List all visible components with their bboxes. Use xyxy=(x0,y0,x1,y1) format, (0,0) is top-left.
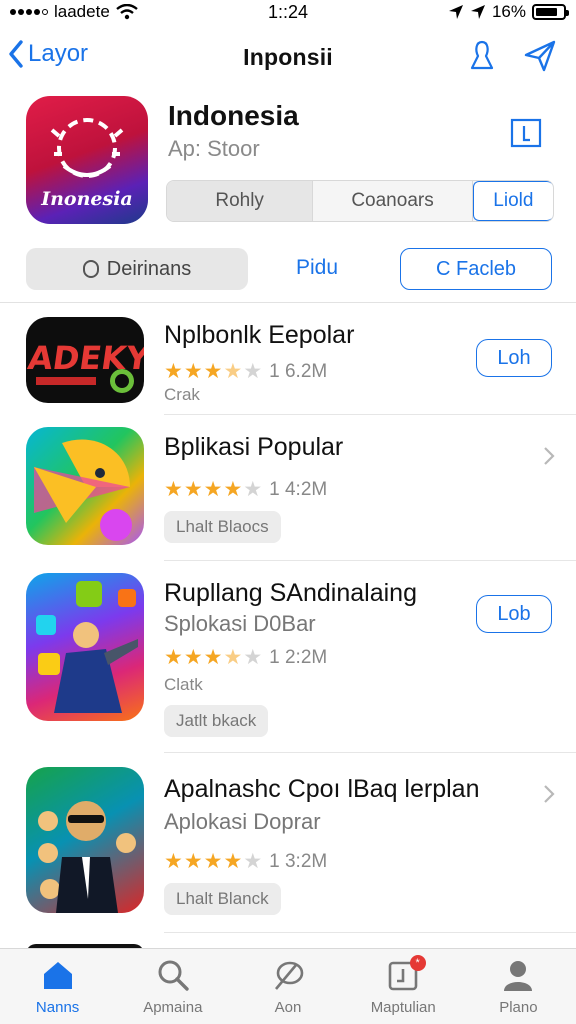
tab-profile[interactable]: Plano xyxy=(461,949,576,1024)
tab-aon[interactable]: Aon xyxy=(230,949,345,1024)
notification-badge: * xyxy=(409,955,426,971)
tab-label: Maptulian xyxy=(370,999,436,1016)
list-item-rating: ★★★★★ 1 3:2M xyxy=(164,849,327,874)
segment-rohly[interactable]: Rohly xyxy=(167,181,314,221)
status-bar: laadete 1::24 16% xyxy=(0,0,576,24)
get-button[interactable]: Lob xyxy=(476,595,552,633)
app-list-icon: ADEKY xyxy=(26,317,144,403)
app-subtitle: Ap: Stoor xyxy=(168,136,260,161)
list-item-rating: ★★★★★ 1 4:2M xyxy=(164,477,327,502)
segmented-control: Rohly Coanoars Liold xyxy=(166,180,554,222)
rating-stars: ★★★★★ xyxy=(164,850,264,873)
list-item-title: Nplbonlk Eepolar xyxy=(164,321,355,349)
status-time: 1::24 xyxy=(267,1,309,22)
rating-text: 1 4:2M xyxy=(269,478,328,500)
tab-home[interactable]: Nanns xyxy=(0,949,115,1024)
tab-label: Aon xyxy=(274,999,302,1016)
rating-text: 1 3:2M xyxy=(269,850,328,872)
list-item-rating: ★★★★★ 1 6.2M xyxy=(164,359,327,384)
tab-bar: Nanns Apmaina Aon * Maptulian Plano xyxy=(0,948,576,1024)
app-icon-label: Inonesia xyxy=(41,188,133,210)
search-icon xyxy=(158,960,189,991)
list-item-subtitle: Splokasi D0Bar xyxy=(164,611,316,636)
status-right: 16% xyxy=(448,2,569,22)
tab-label: Nanns xyxy=(35,999,80,1016)
leaf-icon xyxy=(275,961,304,990)
location-icon-2 xyxy=(470,5,485,19)
list-item-tag: Lhalt Blaocs xyxy=(164,511,281,543)
list-item-title: Bplikasi Popular xyxy=(164,433,344,461)
list-item[interactable]: ADEKY Nplbonlk Eepolar ★★★★★ 1 6.2M Crak… xyxy=(0,303,576,415)
share-icon[interactable] xyxy=(508,114,544,150)
rating-text: 1 6.2M xyxy=(269,360,328,382)
list-item-tag: Jatlt bkack xyxy=(164,705,269,737)
segment-liold[interactable]: Liold xyxy=(472,181,553,221)
rating-text: 1 2:2M xyxy=(269,646,328,668)
list-item-tag: Lhalt Blanck xyxy=(164,883,281,915)
nav-bar: Layor Inponsii xyxy=(0,30,576,86)
rating-stars: ★★★★★ xyxy=(164,478,264,501)
app-header: Inonesia Indonesia Ap: Stoor Rohly Coano… xyxy=(0,96,576,236)
filter-pill[interactable]: Deirinans xyxy=(26,248,248,290)
filter-button[interactable]: C Facleb xyxy=(400,248,552,290)
list-item-meta: Crak xyxy=(164,385,200,404)
signal-icon xyxy=(10,9,48,15)
filter-link[interactable]: Pidu xyxy=(296,256,338,280)
filter-pill-label: Deirinans xyxy=(106,257,192,280)
carrier-label: laadete xyxy=(54,2,110,21)
filter-row: Deirinans Pidu C Facleb xyxy=(0,248,576,290)
location-icon xyxy=(448,5,463,19)
list-item-rating: ★★★★★ 1 2:2M xyxy=(164,645,327,670)
chevron-right-icon[interactable] xyxy=(542,445,556,467)
profile-icon xyxy=(504,961,533,991)
send-icon[interactable] xyxy=(522,38,558,74)
tab-search[interactable]: Apmaina xyxy=(115,949,230,1024)
battery-percent: 16% xyxy=(491,2,526,21)
tab-label: Apmaina xyxy=(143,999,203,1016)
list-item-title: Rupllang SAndinalaing xyxy=(164,579,417,607)
list-item-meta: Clatk xyxy=(164,675,203,694)
app-icon: Inonesia xyxy=(26,96,148,224)
app-list-icon xyxy=(26,767,144,913)
wifi-icon xyxy=(116,4,138,20)
app-name: Indonesia xyxy=(168,100,299,131)
rating-stars: ★★★★★ xyxy=(164,646,264,669)
app-list-icon xyxy=(26,427,144,545)
tab-label: Plano xyxy=(499,999,538,1016)
battery-icon xyxy=(532,4,569,20)
person-icon[interactable] xyxy=(464,38,500,74)
pill-icon xyxy=(82,260,99,278)
list-item-subtitle: Aplokasi Doprar xyxy=(164,809,321,834)
list-item[interactable]: Rupllang SAndinalaing Splokasi D0Bar ★★★… xyxy=(0,561,576,753)
list-item-title: Apalnashc Cpoı lBaq lerplan xyxy=(164,775,480,803)
chevron-right-icon[interactable] xyxy=(542,783,556,805)
home-icon xyxy=(43,962,72,989)
nav-actions xyxy=(464,38,558,74)
app-list-icon xyxy=(26,573,144,721)
list-item[interactable]: Bplikasi Popular ★★★★★ 1 4:2M Lhalt Blao… xyxy=(0,415,576,561)
status-left: laadete xyxy=(10,2,138,22)
list-item[interactable]: Apalnashc Cpoı lBaq lerplan Aplokasi Dop… xyxy=(0,753,576,933)
separator xyxy=(164,932,576,933)
segment-coanoars[interactable]: Coanoars xyxy=(313,181,473,221)
get-button[interactable]: Loh xyxy=(476,339,552,377)
tab-updates[interactable]: * Maptulian xyxy=(346,949,461,1024)
rating-stars: ★★★★★ xyxy=(164,360,264,383)
